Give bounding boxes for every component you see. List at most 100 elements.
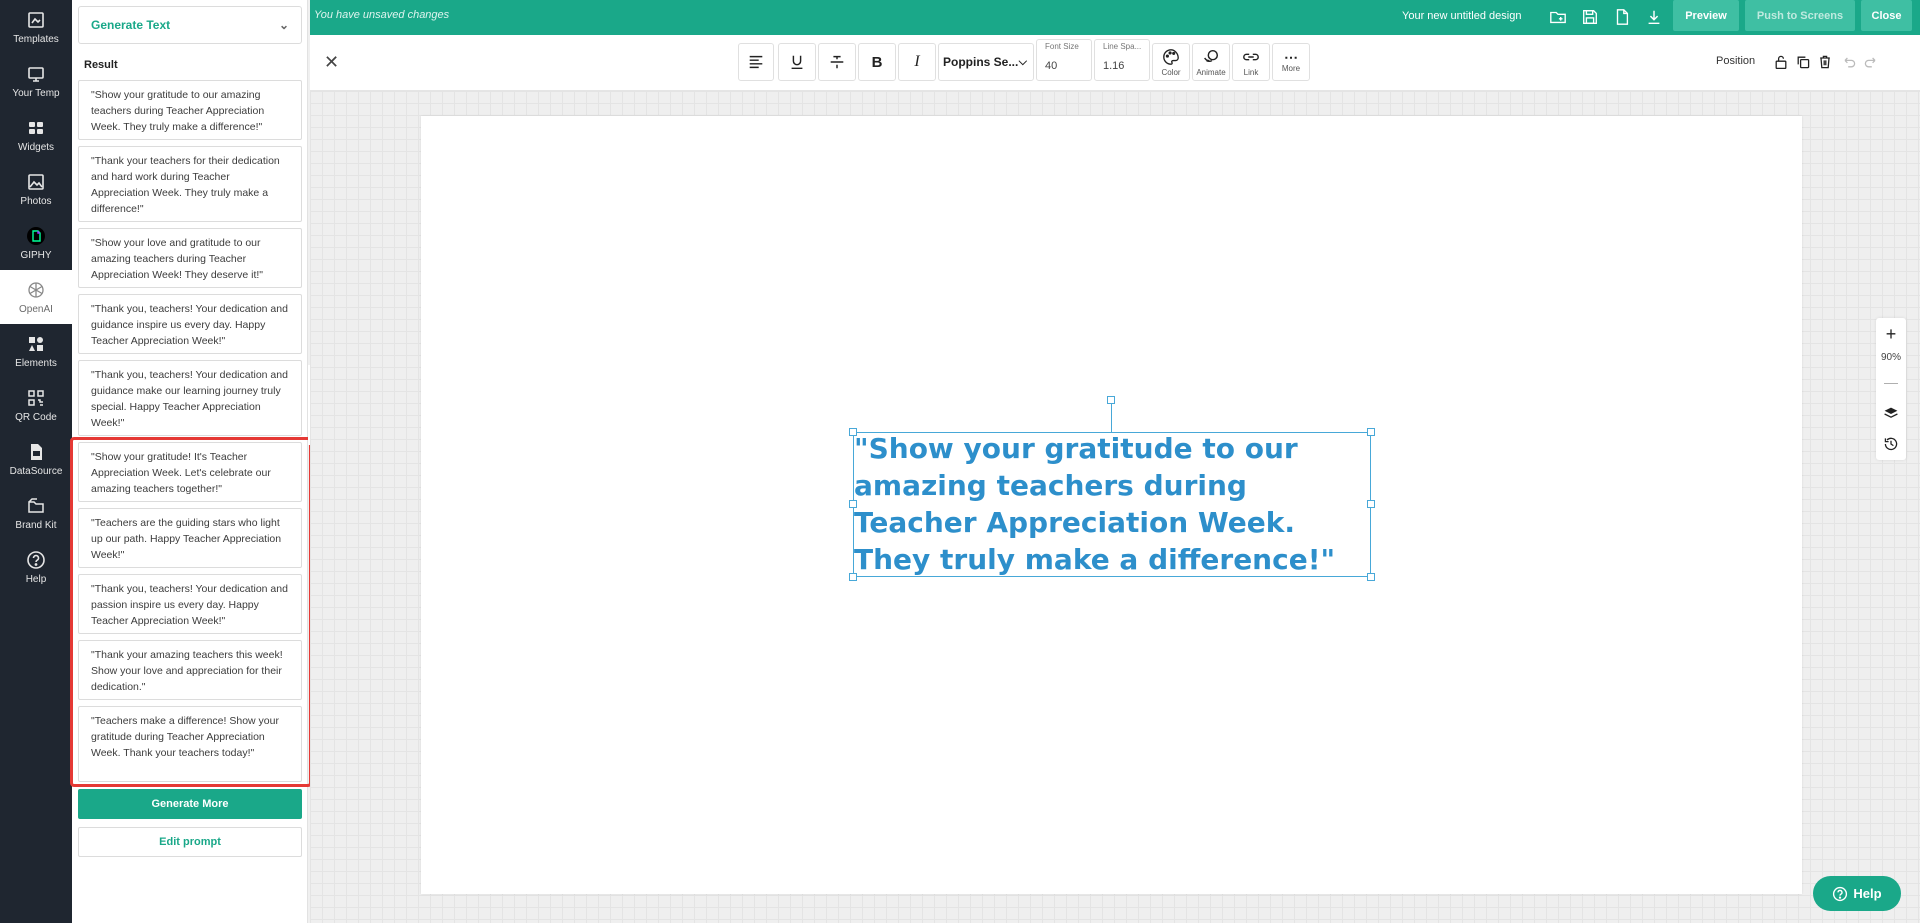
save-as-button[interactable] [1611,6,1633,28]
strikethrough-button[interactable] [818,43,856,81]
edit-prompt-button[interactable]: Edit prompt [78,827,302,857]
top-bar: You have unsaved changes Your new untitl… [310,0,1920,35]
result-item[interactable]: "Teachers are the guiding stars who ligh… [78,508,302,568]
save-button[interactable] [1579,6,1601,28]
rail-item-widgets[interactable]: Widgets [0,108,72,162]
layers-button[interactable] [1876,402,1906,426]
generate-more-button[interactable]: Generate More [78,789,302,819]
delete-button[interactable] [1816,53,1834,71]
close-button[interactable]: Close [1861,0,1912,31]
result-item[interactable]: "Show your gratitude to our amazing teac… [78,80,302,140]
rail-item-datasource[interactable]: DataSource [0,432,72,486]
underline-button[interactable] [778,43,816,81]
font-family-select[interactable]: Poppins Se... ⌵ [938,43,1034,81]
layers-icon [1884,407,1898,418]
result-item[interactable]: "Show your love and gratitude to our ama… [78,228,302,288]
push-to-screens-button[interactable]: Push to Screens [1745,0,1855,31]
rail-item-photos[interactable]: Photos [0,162,72,216]
align-left-icon [749,55,763,69]
redo-icon [1864,57,1876,68]
bold-icon: B [871,53,883,71]
brand-kit-icon [28,497,44,513]
color-button[interactable]: Color [1152,43,1190,81]
result-item[interactable]: "Thank you, teachers! Your dedication an… [78,294,302,354]
duplicate-button[interactable] [1794,53,1812,71]
lock-button[interactable] [1772,53,1790,71]
canvas-text-element[interactable]: "Show your gratitude to our amazing teac… [854,430,1374,578]
rail-label-elements: Elements [15,357,57,369]
rail-label-photos: Photos [20,195,52,207]
line-spacing-label: Line Spa... [1103,42,1142,51]
result-heading: Result [84,59,118,71]
rail-label-templates: Templates [13,33,59,45]
zoom-controls: + 90% — [1876,318,1906,460]
plus-icon: + [1885,323,1897,344]
resize-handle-bottom-right[interactable] [1367,573,1375,581]
more-icon: ⋯ [1284,48,1298,65]
history-icon [1884,437,1898,451]
link-button[interactable]: Link [1232,43,1270,81]
left-nav-rail: Templates Your Temp Widgets Photos GIPHY… [0,0,72,923]
link-caption: Link [1243,67,1259,77]
font-size-value: 40 [1045,60,1058,72]
italic-button[interactable]: I [898,43,936,81]
photos-icon [28,173,44,190]
chevron-down-icon: ⌄ [278,18,289,32]
result-item[interactable]: "Teachers make a difference! Show your g… [78,706,302,782]
close-icon[interactable]: ✕ [324,52,339,73]
generate-text-dropdown[interactable]: Generate Text ⌄ [78,6,302,44]
zoom-in-button[interactable]: + [1876,322,1906,346]
document-icon [1616,9,1629,25]
palette-icon [1163,48,1179,65]
result-item[interactable]: "Thank you, teachers! Your dedication an… [78,574,302,634]
rotate-handle[interactable] [1107,396,1115,404]
rail-label-brand-kit: Brand Kit [15,519,57,531]
result-item[interactable]: "Thank your amazing teachers this week! … [78,640,302,700]
help-floating-button[interactable]: Help [1813,876,1901,911]
zoom-out-button[interactable]: — [1876,370,1906,394]
resize-handle-top-left[interactable] [849,428,857,436]
rail-item-elements[interactable]: Elements [0,324,72,378]
openai-icon [28,281,44,298]
rail-item-your-templates[interactable]: Your Temp [0,54,72,108]
design-title[interactable]: Your new untitled design [1402,10,1521,22]
rail-item-help[interactable]: Help [0,540,72,594]
rail-item-qr-code[interactable]: QR Code [0,378,72,432]
more-button[interactable]: ⋯ More [1272,43,1310,81]
rail-item-openai[interactable]: OpenAI [0,270,72,324]
font-family-value: Poppins Se... [943,55,1019,69]
more-caption: More [1281,63,1301,73]
align-left-button[interactable] [738,43,774,81]
chevron-down-icon: ⌵ [1018,55,1027,68]
widgets-icon [29,121,43,134]
resize-handle-top-right[interactable] [1367,428,1375,436]
rail-label-datasource: DataSource [9,465,63,477]
result-item[interactable]: "Thank you, teachers! Your dedication an… [78,360,302,436]
history-button[interactable] [1876,432,1906,456]
position-button[interactable]: Position [1716,55,1755,67]
rail-label-widgets: Widgets [17,141,55,153]
font-size-field[interactable]: Font Size 40 [1036,39,1092,81]
resize-handle-right[interactable] [1367,500,1375,508]
result-item[interactable]: "Show your gratitude! It's Teacher Appre… [78,442,302,502]
undo-button[interactable] [1840,53,1858,71]
animate-caption: Animate [1196,67,1226,77]
line-spacing-field[interactable]: Line Spa... 1.16 [1094,39,1150,81]
bold-button[interactable]: B [858,43,896,81]
underline-icon [791,55,803,70]
redo-button[interactable] [1862,53,1880,71]
animate-button[interactable]: Animate [1192,43,1230,81]
unsaved-status: You have unsaved changes [314,9,450,21]
your-templates-icon [28,66,44,82]
resize-handle-left[interactable] [849,500,857,508]
unlock-icon [1775,55,1787,70]
result-item[interactable]: "Thank your teachers for their dedicatio… [78,146,302,222]
rail-label-openai: OpenAI [19,303,53,315]
rail-item-templates[interactable]: Templates [0,0,72,54]
open-folder-button[interactable] [1547,6,1569,28]
resize-handle-bottom-left[interactable] [849,573,857,581]
download-button[interactable] [1643,6,1665,28]
rail-item-brand-kit[interactable]: Brand Kit [0,486,72,540]
rail-item-giphy[interactable]: GIPHY [0,216,72,270]
preview-button[interactable]: Preview [1673,0,1739,31]
